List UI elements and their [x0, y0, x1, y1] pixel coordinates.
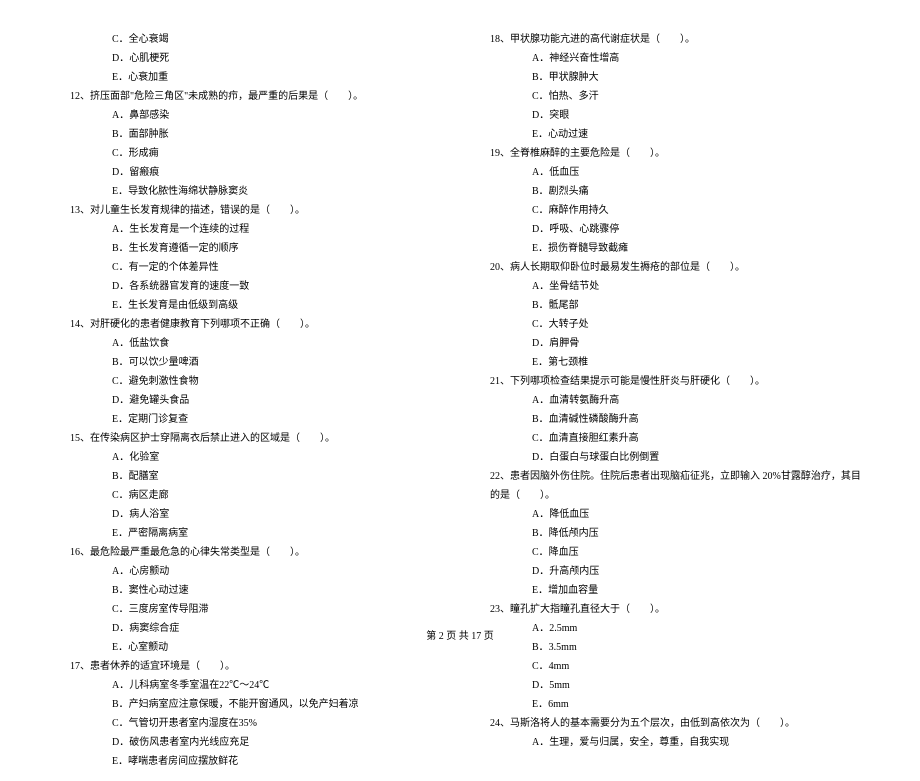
page-footer: 第 2 页 共 17 页: [0, 627, 920, 642]
option-text: D．呼吸、心跳骤停: [470, 220, 870, 239]
option-text: E．心动过速: [470, 125, 870, 144]
option-text: D．破伤风患者室内光线应充足: [50, 733, 450, 752]
option-text: A．儿科病室冬季室温在22℃～24℃: [50, 676, 450, 695]
option-text: C．三度房室传导阻滞: [50, 600, 450, 619]
option-text: C．怕热、多汗: [470, 87, 870, 106]
option-text: D．避免罐头食品: [50, 391, 450, 410]
option-text: A．坐骨结节处: [470, 277, 870, 296]
option-text: C．全心衰竭: [50, 30, 450, 49]
option-text: E．损伤脊髓导致截瘫: [470, 239, 870, 258]
question-stem: 12、挤压面部"危险三角区"未成熟的疖，最严重的后果是（ ）。: [50, 87, 450, 106]
option-text: E．增加血容量: [470, 581, 870, 600]
option-text: D．突眼: [470, 106, 870, 125]
option-text: D．各系统器官发育的速度一致: [50, 277, 450, 296]
option-text: E．生长发育是由低级到高级: [50, 296, 450, 315]
question-stem: 13、对儿童生长发育规律的描述，错误的是（ ）。: [50, 201, 450, 220]
option-text: B．剧烈头痛: [470, 182, 870, 201]
option-text: C．有一定的个体差异性: [50, 258, 450, 277]
option-text: B．生长发育遵循一定的顺序: [50, 239, 450, 258]
option-text: B．产妇病室应注意保暖，不能开窗通风，以免产妇着凉: [50, 695, 450, 714]
option-text: E．导致化脓性海绵状静脉窦炎: [50, 182, 450, 201]
question-stem: 19、全脊椎麻醉的主要危险是（ ）。: [470, 144, 870, 163]
option-text: A．神经兴奋性增高: [470, 49, 870, 68]
question-stem: 22、患者因脑外伤住院。住院后患者出现脑疝征兆，立即输入 20%甘露醇治疗，其目…: [470, 467, 870, 505]
option-text: A．心房颤动: [50, 562, 450, 581]
option-text: B．配膳室: [50, 467, 450, 486]
option-text: D．肩胛骨: [470, 334, 870, 353]
option-text: C．4mm: [470, 657, 870, 676]
option-text: E．严密隔离病室: [50, 524, 450, 543]
option-text: C．气管切开患者室内湿度在35%: [50, 714, 450, 733]
question-stem: 23、瞳孔扩大指瞳孔直径大于（ ）。: [470, 600, 870, 619]
option-text: A．生长发育是一个连续的过程: [50, 220, 450, 239]
option-text: A．低血压: [470, 163, 870, 182]
option-text: C．麻醉作用持久: [470, 201, 870, 220]
option-text: C．大转子处: [470, 315, 870, 334]
option-text: A．降低血压: [470, 505, 870, 524]
question-stem: 17、患者休养的适宜环境是（ ）。: [50, 657, 450, 676]
option-text: B．可以饮少量啤酒: [50, 353, 450, 372]
option-text: A．鼻部感染: [50, 106, 450, 125]
option-text: D．升高颅内压: [470, 562, 870, 581]
option-text: C．病区走廊: [50, 486, 450, 505]
option-text: A．生理，爱与归属，安全，尊重，自我实现: [470, 733, 870, 752]
option-text: D．白蛋白与球蛋白比例倒置: [470, 448, 870, 467]
question-stem: 14、对肝硬化的患者健康教育下列哪项不正确（ ）。: [50, 315, 450, 334]
option-text: E．定期门诊复查: [50, 410, 450, 429]
option-text: B．降低颅内压: [470, 524, 870, 543]
right-column: 18、甲状腺功能亢进的高代谢症状是（ ）。 A．神经兴奋性增高 B．甲状腺肿大 …: [470, 30, 870, 771]
option-text: B．血清碱性磷酸酶升高: [470, 410, 870, 429]
option-text: D．心肌梗死: [50, 49, 450, 68]
option-text: C．形成痈: [50, 144, 450, 163]
option-text: B．甲状腺肿大: [470, 68, 870, 87]
question-stem: 18、甲状腺功能亢进的高代谢症状是（ ）。: [470, 30, 870, 49]
question-stem: 15、在传染病区护士穿隔离衣后禁止进入的区域是（ ）。: [50, 429, 450, 448]
option-text: A．血清转氨酶升高: [470, 391, 870, 410]
option-text: E．6mm: [470, 695, 870, 714]
question-stem: 20、病人长期取仰卧位时最易发生褥疮的部位是（ ）。: [470, 258, 870, 277]
option-text: C．降血压: [470, 543, 870, 562]
option-text: E．第七颈椎: [470, 353, 870, 372]
option-text: C．避免刺激性食物: [50, 372, 450, 391]
option-text: B．窦性心动过速: [50, 581, 450, 600]
option-text: E．心衰加重: [50, 68, 450, 87]
option-text: B．骶尾部: [470, 296, 870, 315]
option-text: D．病人浴室: [50, 505, 450, 524]
left-column: C．全心衰竭 D．心肌梗死 E．心衰加重 12、挤压面部"危险三角区"未成熟的疖…: [50, 30, 450, 771]
option-text: A．化验室: [50, 448, 450, 467]
option-text: C．血清直接胆红素升高: [470, 429, 870, 448]
option-text: B．面部肿胀: [50, 125, 450, 144]
option-text: A．低盐饮食: [50, 334, 450, 353]
option-text: E．哮喘患者房间应摆放鲜花: [50, 752, 450, 771]
option-text: D．5mm: [470, 676, 870, 695]
question-stem: 16、最危险最严重最危急的心律失常类型是（ ）。: [50, 543, 450, 562]
question-stem: 21、下列哪项检查结果提示可能是慢性肝炎与肝硬化（ ）。: [470, 372, 870, 391]
option-text: D．留瘢痕: [50, 163, 450, 182]
question-stem: 24、马斯洛将人的基本需要分为五个层次，由低到高依次为（ ）。: [470, 714, 870, 733]
